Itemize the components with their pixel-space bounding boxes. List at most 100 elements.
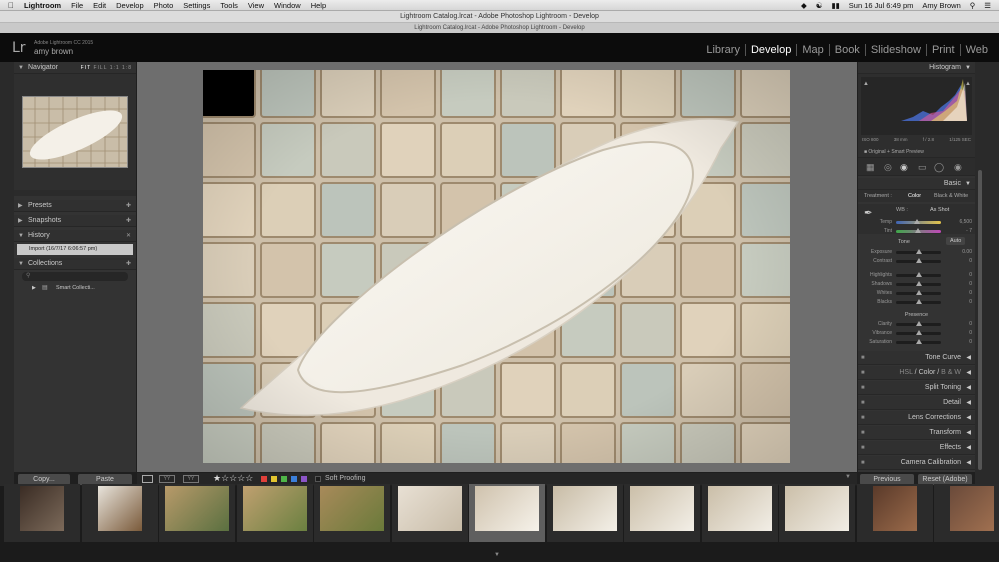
presence-slider[interactable]: Vibrance 0 xyxy=(858,329,975,338)
filmstrip-thumbnail[interactable] xyxy=(320,486,384,531)
menu-app[interactable]: Lightroom xyxy=(24,1,61,10)
soft-proofing-checkbox[interactable] xyxy=(315,476,321,482)
collapse-triangle-icon[interactable]: ▼ xyxy=(18,230,24,242)
menubar-user[interactable]: Amy Brown xyxy=(922,1,960,10)
checkbox-icon[interactable]: ■ xyxy=(864,149,867,155)
slider-knob[interactable] xyxy=(916,272,922,277)
collection-item[interactable]: ▶ ▤ Smart Collecti... xyxy=(14,283,136,293)
section-header-detail[interactable]: ■ Detail ◀ xyxy=(858,396,975,410)
menu-photo[interactable]: Photo xyxy=(154,1,174,10)
adjustment-brush-icon[interactable]: ◉ xyxy=(954,162,962,173)
expand-triangle-icon[interactable]: ◀ xyxy=(966,366,971,380)
apple-icon[interactable]:  xyxy=(8,1,14,10)
hsl-tab[interactable]: HSL xyxy=(899,369,912,376)
filmstrip-thumbnail[interactable] xyxy=(242,486,307,531)
slider-knob[interactable] xyxy=(916,299,922,304)
add-preset-icon[interactable]: ✚ xyxy=(126,200,131,212)
section-header-camera-calibration[interactable]: ■ Camera Calibration ◀ xyxy=(858,456,975,470)
tone-slider[interactable]: Shadows 0 xyxy=(858,280,975,289)
navigator-preview[interactable] xyxy=(14,74,136,190)
tint-knob[interactable] xyxy=(915,228,921,233)
menu-develop[interactable]: Develop xyxy=(116,1,144,10)
right-panel-scrollbar[interactable] xyxy=(978,170,982,470)
collections-header[interactable]: ▼ Collections ✚ xyxy=(14,258,136,270)
slider-knob[interactable] xyxy=(916,290,922,295)
red-eye-icon[interactable]: ◉ xyxy=(900,162,908,173)
star-rating-icon[interactable]: ★☆☆☆☆ xyxy=(213,473,253,484)
section-toggle-icon[interactable]: ■ xyxy=(861,396,865,410)
collections-filter-input[interactable]: ⚲ xyxy=(22,272,128,281)
section-header-hsl-color-b-w[interactable]: ■ HSL / Color / B & W ◀ xyxy=(858,366,975,380)
menu-tools[interactable]: Tools xyxy=(220,1,238,10)
module-slideshow[interactable]: Slideshow xyxy=(864,44,926,56)
expand-triangle-icon[interactable]: ▶ xyxy=(18,215,23,227)
temp-knob[interactable] xyxy=(914,219,920,224)
filmstrip-thumbnail[interactable] xyxy=(165,486,229,531)
tone-slider[interactable]: Blacks 0 xyxy=(858,298,975,307)
snapshots-header[interactable]: ▶ Snapshots ✚ xyxy=(14,215,136,227)
slider-knob[interactable] xyxy=(916,258,922,263)
slider-value[interactable]: 0 xyxy=(969,330,972,336)
tint-slider[interactable]: Tint - 7 xyxy=(858,227,975,236)
section-header-transform[interactable]: ■ Transform ◀ xyxy=(858,426,975,440)
slider-value[interactable]: 0 xyxy=(969,281,972,287)
spotlight-icon[interactable]: ⚲ xyxy=(970,1,976,10)
tone-slider[interactable]: Whites 0 xyxy=(858,289,975,298)
clock[interactable]: Sun 16 Jul 6:49 pm xyxy=(849,1,914,10)
color-label-yellow[interactable] xyxy=(271,476,277,482)
expand-triangle-icon[interactable]: ◀ xyxy=(966,411,971,425)
section-toggle-icon[interactable]: ■ xyxy=(861,426,865,440)
filmstrip-thumbnail[interactable] xyxy=(397,486,462,531)
loupe-view-icon[interactable] xyxy=(142,475,153,483)
slider-value[interactable]: 0 xyxy=(969,290,972,296)
collapse-triangle-icon[interactable]: ▼ xyxy=(965,178,971,190)
zoom-fit[interactable]: FIT xyxy=(81,65,91,71)
slider-value[interactable]: 0 xyxy=(969,258,972,264)
develop-photo[interactable] xyxy=(203,70,790,463)
slider-knob[interactable] xyxy=(916,321,922,326)
filmstrip-thumbnail[interactable] xyxy=(707,486,772,531)
filmstrip-thumbnail[interactable] xyxy=(785,486,849,531)
slider-value[interactable]: 0.00 xyxy=(962,249,972,255)
filmstrip-thumbnail[interactable] xyxy=(20,486,64,531)
history-header[interactable]: ▼ History ✕ xyxy=(14,230,136,242)
bw-tab[interactable]: B & W xyxy=(941,369,961,376)
tint-value[interactable]: - 7 xyxy=(966,228,972,234)
navigator-header[interactable]: ▼ Navigator FIT FILL 1:1 1:8 xyxy=(14,62,136,74)
toolbar-menu-icon[interactable]: ▼ xyxy=(845,474,851,480)
section-toggle-icon[interactable]: ■ xyxy=(861,366,865,380)
presence-slider[interactable]: Saturation 0 xyxy=(858,338,975,347)
zoom-1-1[interactable]: 1:1 xyxy=(110,65,120,71)
color-label-green[interactable] xyxy=(281,476,287,482)
filmstrip-thumbnail[interactable] xyxy=(630,486,694,531)
color-label-blue[interactable] xyxy=(291,476,297,482)
temp-value[interactable]: 6,500 xyxy=(959,219,972,225)
graduated-filter-icon[interactable]: ▭ xyxy=(918,162,927,173)
collapse-triangle-icon[interactable]: ▼ xyxy=(965,62,971,74)
slider-value[interactable]: 0 xyxy=(969,272,972,278)
menu-settings[interactable]: Settings xyxy=(183,1,210,10)
menu-list-icon[interactable]: ☰ xyxy=(984,1,991,10)
section-toggle-icon[interactable]: ■ xyxy=(861,441,865,455)
color-label-red[interactable] xyxy=(261,476,267,482)
navigator-zoom-options[interactable]: FIT FILL 1:1 1:8 xyxy=(81,62,132,74)
module-book[interactable]: Book xyxy=(828,44,865,56)
clear-history-icon[interactable]: ✕ xyxy=(126,230,131,242)
presence-slider[interactable]: Clarity 0 xyxy=(858,320,975,329)
tone-slider[interactable]: Highlights 0 xyxy=(858,271,975,280)
add-collection-icon[interactable]: ✚ xyxy=(126,258,131,270)
module-map[interactable]: Map xyxy=(796,44,828,56)
menu-view[interactable]: View xyxy=(248,1,264,10)
section-toggle-icon[interactable]: ■ xyxy=(861,411,865,425)
expand-triangle-icon[interactable]: ▶ xyxy=(32,283,36,293)
battery-icon[interactable]: ▮▮ xyxy=(832,1,840,10)
treatment-color[interactable]: Color xyxy=(908,190,921,202)
menu-help[interactable]: Help xyxy=(311,1,326,10)
crop-tool-icon[interactable]: ▦ xyxy=(866,162,875,173)
spot-removal-icon[interactable]: ◎ xyxy=(884,162,892,173)
basic-header[interactable]: Basic ▼ xyxy=(858,178,975,190)
before-after-icon[interactable]: YY xyxy=(159,475,175,483)
collapse-triangle-icon[interactable]: ▼ xyxy=(18,62,24,74)
slider-knob[interactable] xyxy=(916,330,922,335)
module-print[interactable]: Print xyxy=(925,44,960,56)
